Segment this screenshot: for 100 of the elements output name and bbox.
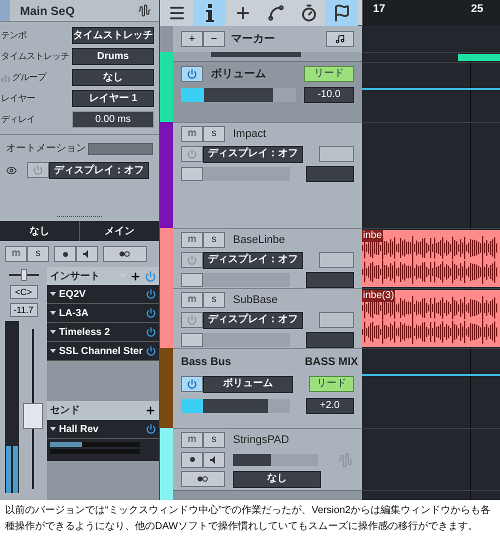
value-button[interactable]: Drums — [72, 48, 154, 65]
caption: 以前のバージョンでは“ミックスウィンドウ中心”での作業だったが、Version2からは編集ウィンドウからも各種操作ができるようになり、他のDAWソフトで操作慣れしていてもスムーズに操作感の移行ができます。 — [4, 504, 492, 534]
track-title: Main SeQ — [20, 2, 76, 20]
value-button[interactable]: タイムストレッチ — [72, 27, 154, 44]
track-name: SubBase — [233, 293, 278, 308]
power-icon[interactable] — [146, 327, 156, 337]
value-display — [306, 332, 354, 348]
record-button[interactable] — [54, 246, 76, 262]
slider-thumb[interactable] — [181, 332, 203, 346]
power-icon[interactable] — [146, 308, 156, 318]
display-button[interactable]: ディスプレイ：オフ — [203, 146, 303, 162]
bar-number: 17 — [373, 2, 386, 17]
insert-title: インサート — [50, 270, 101, 284]
output-button[interactable]: メイン — [80, 221, 159, 241]
volume-slider[interactable] — [181, 332, 290, 346]
power-icon[interactable] — [146, 289, 156, 299]
display-button[interactable]: ディスプレイ：オフ — [203, 312, 303, 328]
remove-marker-button[interactable]: − — [203, 31, 225, 47]
volume-fader[interactable] — [23, 329, 43, 489]
link-button[interactable] — [103, 246, 147, 262]
mute-button[interactable]: m — [181, 126, 203, 142]
record-icon — [190, 457, 194, 462]
audio-clip[interactable]: inbe — [362, 230, 500, 287]
mute-button[interactable]: m — [181, 432, 203, 448]
parameter-label: テンポ — [1, 28, 26, 42]
solo-button[interactable]: s — [203, 292, 225, 308]
tag-button[interactable]: リード — [309, 376, 354, 392]
slider-thumb[interactable] — [20, 269, 26, 281]
clip-name: inbe — [362, 230, 383, 242]
insert-slot[interactable]: SSL Channel Ster — [47, 342, 159, 361]
display-button[interactable]: ディスプレイ：オフ — [49, 162, 149, 179]
plus-icon[interactable] — [130, 270, 141, 282]
value-button[interactable]: なし — [72, 69, 154, 86]
mute-button[interactable]: m — [181, 292, 203, 308]
add-marker-button[interactable]: + — [181, 31, 203, 47]
audio-clip[interactable]: inbe(3) — [362, 290, 500, 347]
waveform-icon — [138, 4, 151, 17]
power-button[interactable] — [181, 146, 203, 162]
power-button[interactable] — [181, 66, 203, 82]
volume-slider[interactable] — [181, 166, 290, 180]
note-button[interactable] — [326, 31, 354, 47]
power-icon[interactable] — [146, 424, 156, 434]
pan-slider[interactable] — [8, 269, 38, 281]
solo-button[interactable]: s — [203, 126, 225, 142]
value-display — [306, 272, 354, 288]
blank-button[interactable] — [319, 312, 354, 328]
menu-icon — [168, 4, 186, 22]
power-button[interactable] — [181, 376, 203, 392]
monitor-button[interactable] — [76, 246, 98, 262]
insert-slot[interactable]: Timeless 2 — [47, 323, 159, 342]
power-button[interactable] — [181, 252, 203, 268]
track-name: BaseLinbe — [233, 233, 285, 248]
link-button[interactable] — [181, 471, 225, 487]
eye-icon[interactable] — [6, 165, 17, 176]
caret-icon — [50, 330, 56, 334]
volume-value: -11.7 — [10, 303, 38, 317]
send-level-slider[interactable] — [50, 442, 140, 447]
record-button[interactable] — [181, 452, 203, 468]
link-icon — [197, 476, 209, 482]
flag-button[interactable] — [325, 0, 358, 26]
slider-thumb[interactable] — [181, 272, 203, 286]
output-button[interactable]: なし — [233, 470, 321, 488]
blank-button[interactable] — [319, 252, 354, 268]
volume-slider[interactable] — [181, 88, 296, 102]
monitor-button[interactable] — [203, 452, 225, 468]
tag-button[interactable]: リード — [304, 66, 354, 82]
caret-icon — [50, 311, 56, 315]
insert-slot[interactable]: LA-3A — [47, 304, 159, 323]
mute-button[interactable]: m — [5, 246, 27, 262]
solo-button[interactable]: s — [203, 432, 225, 448]
bar-number: 25 — [471, 2, 484, 17]
fader-thumb[interactable] — [23, 402, 43, 429]
value-button[interactable]: レイヤー 1 — [72, 90, 154, 107]
mute-button[interactable]: m — [181, 232, 203, 248]
power-icon[interactable] — [146, 346, 156, 356]
power-icon — [187, 314, 197, 324]
plugin-name: EQ2V — [59, 288, 87, 302]
blank-button[interactable] — [319, 146, 354, 162]
value-display — [306, 166, 354, 182]
automation-field[interactable] — [88, 142, 153, 154]
power-icon — [187, 69, 197, 80]
parameter-label: ボリューム — [211, 67, 267, 82]
input-button[interactable]: なし — [0, 221, 80, 241]
parameter-label: グループ — [12, 70, 46, 84]
send-pan-slider[interactable] — [50, 449, 140, 454]
info-button[interactable] — [193, 0, 226, 26]
power-button[interactable] — [181, 312, 203, 328]
volume-slider[interactable] — [181, 398, 290, 412]
send-name: Hall Rev — [59, 422, 100, 436]
delay-field[interactable]: 0.00 ms — [72, 111, 154, 128]
volume-slider[interactable] — [181, 272, 290, 286]
power-button[interactable] — [27, 162, 49, 178]
solo-button[interactable]: s — [27, 246, 49, 262]
display-button[interactable]: ディスプレイ：オフ — [203, 252, 303, 268]
clip[interactable] — [458, 54, 500, 61]
slider-thumb[interactable] — [181, 166, 203, 180]
insert-slot[interactable]: EQ2V — [47, 285, 159, 304]
parameter-button[interactable]: ボリューム — [203, 376, 293, 392]
solo-button[interactable]: s — [203, 232, 225, 248]
plus-icon[interactable] — [145, 405, 156, 416]
